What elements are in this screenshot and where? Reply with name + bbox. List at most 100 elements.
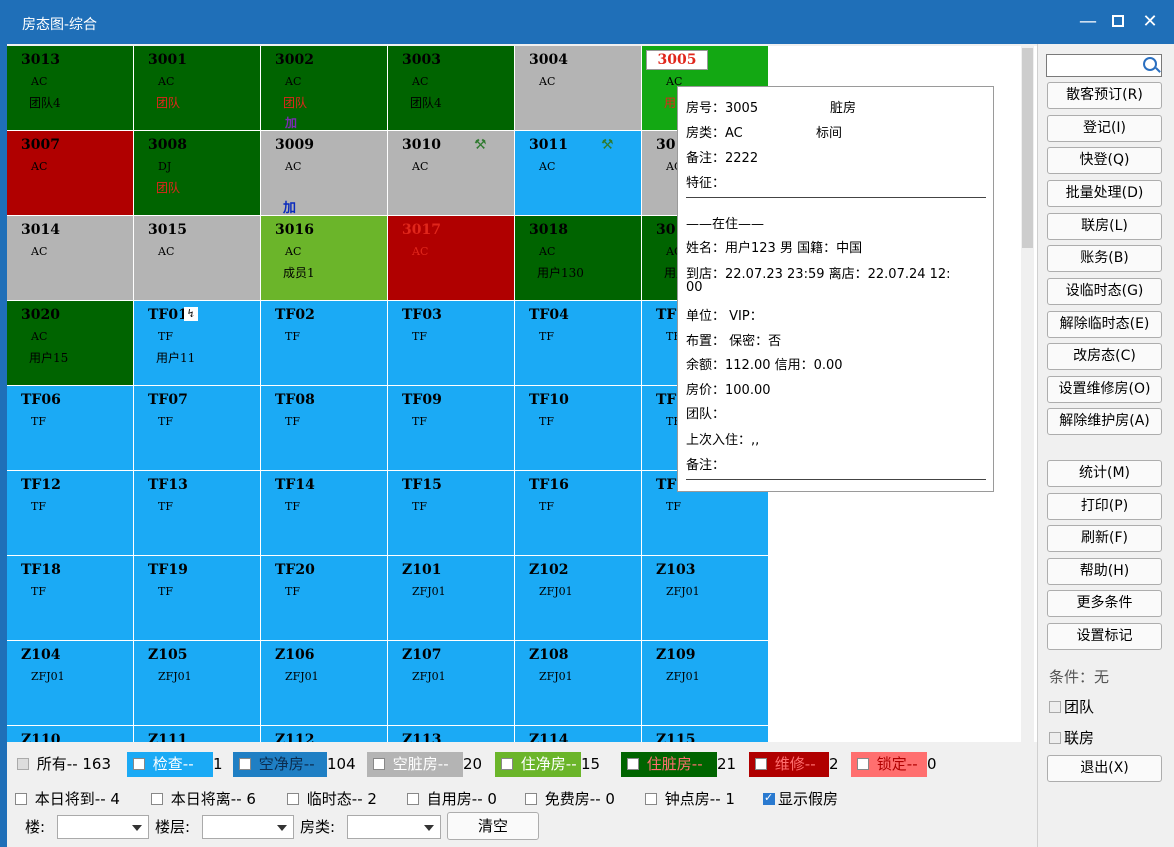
room-type: TF	[412, 330, 427, 343]
help-button[interactable]: 帮助(H)	[1047, 558, 1162, 585]
room-cell[interactable]: 3016 AC 成员1	[261, 216, 387, 300]
print-button[interactable]: 打印(P)	[1047, 493, 1162, 520]
room-type: TF	[285, 330, 300, 343]
tooltip-dates-cont: 00	[686, 280, 703, 295]
filter-self-use[interactable]: 自用房-- 0	[407, 788, 497, 809]
room-number: 3008	[148, 137, 187, 153]
room-cell[interactable]: Z115	[642, 726, 768, 742]
more-conditions-button[interactable]: 更多条件	[1047, 590, 1162, 617]
filter-hourly[interactable]: 钟点房-- 1	[645, 788, 735, 809]
legend-item[interactable]: 维修-- 2	[749, 752, 839, 777]
link-room-button[interactable]: 联房(L)	[1047, 213, 1162, 240]
legend-item[interactable]: 空净房-- 104	[233, 752, 356, 777]
room-cell[interactable]: Z103 ZFJ01	[642, 556, 768, 640]
refresh-button[interactable]: 刷新(F)	[1047, 525, 1162, 552]
room-cell[interactable]: TF07 TF	[134, 386, 260, 470]
room-cell[interactable]: TF09 TF	[388, 386, 514, 470]
room-cell[interactable]: 3018 AC 用户130	[515, 216, 641, 300]
legend-item[interactable]: 空脏房-- 20	[367, 752, 482, 777]
close-icon[interactable]: ✕	[1138, 10, 1162, 34]
legend-item[interactable]: 检查-- 1	[127, 752, 223, 777]
stats-button[interactable]: 统计(M)	[1047, 460, 1162, 487]
show-fake-checkbox[interactable]: 显示假房	[763, 788, 838, 809]
register-button[interactable]: 登记(I)	[1047, 115, 1162, 142]
room-cell[interactable]: TF18 TF	[7, 556, 133, 640]
batch-button[interactable]: 批量处理(D)	[1047, 180, 1162, 207]
room-cell[interactable]: 3007 AC	[7, 131, 133, 215]
linked-room-checkbox[interactable]: 联房	[1049, 727, 1094, 748]
filter-departing[interactable]: 本日将离-- 6	[151, 788, 256, 809]
room-cell[interactable]: TF15 TF	[388, 471, 514, 555]
filter-temporary[interactable]: 临时态-- 2	[287, 788, 377, 809]
set-mark-button[interactable]: 设置标记	[1047, 623, 1162, 650]
room-cell[interactable]: 3014 AC	[7, 216, 133, 300]
room-cell[interactable]: 3017 AC	[388, 216, 514, 300]
room-cell[interactable]: TF12 TF	[7, 471, 133, 555]
room-cell[interactable]: Z111	[134, 726, 260, 742]
room-cell[interactable]: 3009 AC 加	[261, 131, 387, 216]
filter-free[interactable]: 免费房-- 0	[525, 788, 615, 809]
filter-arriving[interactable]: 本日将到-- 4	[15, 788, 120, 809]
building-select[interactable]	[57, 815, 149, 839]
roomtype-select[interactable]	[347, 815, 441, 839]
clear-button[interactable]: 清空	[447, 812, 539, 840]
clear-temp-button[interactable]: 解除临时态(E)	[1047, 311, 1162, 338]
scrollbar-thumb[interactable]	[1022, 48, 1033, 248]
room-cell[interactable]: 3003 AC 团队4	[388, 46, 514, 130]
search-icon[interactable]	[1143, 57, 1157, 71]
maximize-icon[interactable]	[1106, 10, 1130, 34]
room-cell[interactable]: Z106 ZFJ01	[261, 641, 387, 725]
room-cell[interactable]: 3008 DJ 团队	[134, 131, 260, 215]
room-cell[interactable]: 3001 AC 团队	[134, 46, 260, 130]
room-cell[interactable]: Z107 ZFJ01	[388, 641, 514, 725]
room-cell[interactable]: TF08 TF	[261, 386, 387, 470]
room-cell[interactable]: TF14 TF	[261, 471, 387, 555]
exit-button[interactable]: 退出(X)	[1047, 755, 1162, 782]
search-input[interactable]	[1046, 54, 1162, 77]
floor-select[interactable]	[202, 815, 294, 839]
room-cell[interactable]: 3011 AC ⚒	[515, 131, 641, 215]
room-cell[interactable]: Z104 ZFJ01	[7, 641, 133, 725]
room-cell[interactable]: TF03 TF	[388, 301, 514, 385]
room-cell[interactable]: 3020 AC 用户15	[7, 301, 133, 385]
legend-item-label: 住净房--	[520, 755, 577, 773]
room-cell[interactable]: 3010 AC ⚒	[388, 131, 514, 215]
quick-register-button[interactable]: 快登(Q)	[1047, 147, 1162, 174]
clear-repair-button[interactable]: 解除维护房(A)	[1047, 408, 1162, 435]
room-cell[interactable]: TF16 TF	[515, 471, 641, 555]
room-cell[interactable]: TF02 TF	[261, 301, 387, 385]
grid-scrollbar[interactable]	[1021, 46, 1034, 742]
room-cell[interactable]: TF04 TF	[515, 301, 641, 385]
room-cell[interactable]: TF13 TF	[134, 471, 260, 555]
room-cell[interactable]: 3015 AC	[134, 216, 260, 300]
room-cell[interactable]: TF10 TF	[515, 386, 641, 470]
room-cell[interactable]: TF20 TF	[261, 556, 387, 640]
legend-item[interactable]: 住脏房-- 21	[621, 752, 736, 777]
change-status-button[interactable]: 改房态(C)	[1047, 343, 1162, 370]
room-cell[interactable]: Z102 ZFJ01	[515, 556, 641, 640]
walkin-reserve-button[interactable]: 散客预订(R)	[1047, 82, 1162, 109]
room-cell[interactable]: 3013 AC 团队4	[7, 46, 133, 130]
team-checkbox[interactable]: 团队	[1049, 696, 1094, 717]
legend-item[interactable]: 锁定-- 0	[851, 752, 937, 777]
room-cell[interactable]: 3004 AC	[515, 46, 641, 130]
legend-item[interactable]: 住净房-- 15	[495, 752, 600, 777]
room-cell[interactable]: Z109 ZFJ01	[642, 641, 768, 725]
room-cell[interactable]: Z114	[515, 726, 641, 742]
room-cell[interactable]: Z112	[261, 726, 387, 742]
room-cell[interactable]: Z110	[7, 726, 133, 742]
room-cell[interactable]: 3002 AC 团队加	[261, 46, 387, 130]
set-temp-button[interactable]: 设临时态(G)	[1047, 278, 1162, 305]
account-button[interactable]: 账务(B)	[1047, 245, 1162, 272]
room-cell[interactable]: TF01 TF 用户11 ↯	[134, 301, 260, 385]
room-cell[interactable]: Z113	[388, 726, 514, 742]
room-type: AC	[285, 160, 302, 173]
room-cell[interactable]: Z108 ZFJ01	[515, 641, 641, 725]
room-cell[interactable]: TF19 TF	[134, 556, 260, 640]
room-cell[interactable]: Z105 ZFJ01	[134, 641, 260, 725]
room-cell[interactable]: TF06 TF	[7, 386, 133, 470]
legend-all[interactable]: 所有-- 163	[15, 752, 111, 777]
set-repair-button[interactable]: 设置维修房(O)	[1047, 376, 1162, 403]
room-cell[interactable]: Z101 ZFJ01	[388, 556, 514, 640]
minimize-icon[interactable]: —	[1076, 10, 1100, 34]
